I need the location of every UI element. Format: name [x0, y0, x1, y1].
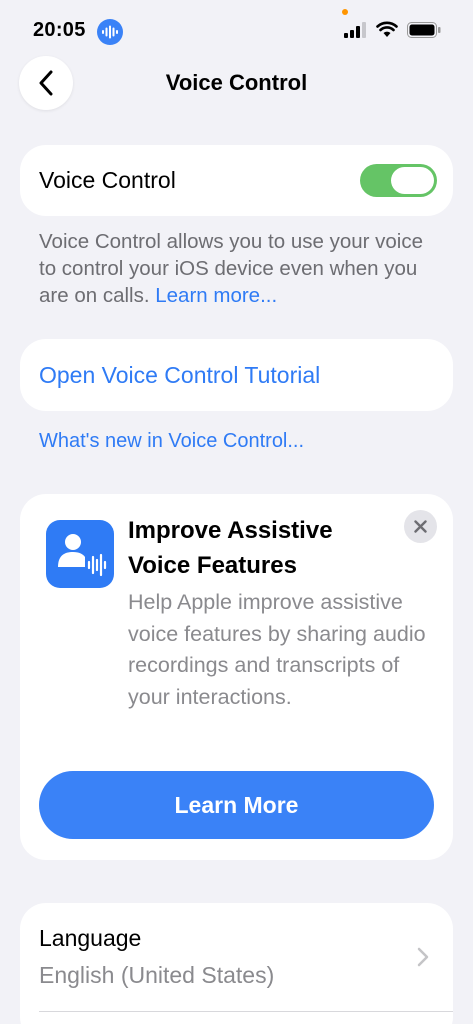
voice-control-label: Voice Control	[39, 167, 176, 193]
open-tutorial-label: Open Voice Control Tutorial	[39, 362, 321, 388]
switch-knob	[391, 167, 434, 194]
divider	[39, 1011, 453, 1012]
status-bar: 20:05	[0, 0, 473, 60]
promo-title: Improve Assistive Voice Features	[128, 517, 333, 579]
whats-new-link[interactable]: What's new in Voice Control...	[39, 430, 304, 453]
voice-control-description: Voice Control allows you to use your voi…	[39, 228, 439, 309]
status-time: 20:05	[33, 19, 86, 41]
close-icon	[414, 520, 427, 533]
voice-control-active-icon	[97, 19, 123, 45]
wifi-icon	[376, 21, 398, 37]
battery-icon	[407, 22, 441, 38]
voice-control-row: Voice Control	[20, 145, 453, 216]
improve-voice-features-card: Improve Assistive Voice Features Help Ap…	[20, 494, 453, 860]
chevron-right-icon	[417, 947, 429, 967]
page-title: Voice Control	[165, 70, 308, 95]
language-label: Language	[39, 925, 142, 951]
language-value: English (United States)	[39, 962, 275, 988]
close-promo-button[interactable]	[404, 510, 437, 543]
voice-control-switch[interactable]	[360, 164, 437, 197]
open-tutorial-row[interactable]: Open Voice Control Tutorial	[20, 339, 453, 411]
signal-icon	[344, 22, 366, 38]
person-waveform-icon	[46, 520, 114, 588]
learn-more-link[interactable]: Learn more...	[155, 284, 277, 307]
screen: 20:05 Voice Control Voice Control Voice …	[0, 0, 473, 1024]
learn-more-button[interactable]: Learn More	[39, 771, 434, 839]
language-row[interactable]: Language English (United States)	[20, 903, 453, 1024]
promo-description: Help Apple improve assistive voice featu…	[128, 590, 426, 709]
privacy-indicator-dot	[342, 9, 348, 15]
